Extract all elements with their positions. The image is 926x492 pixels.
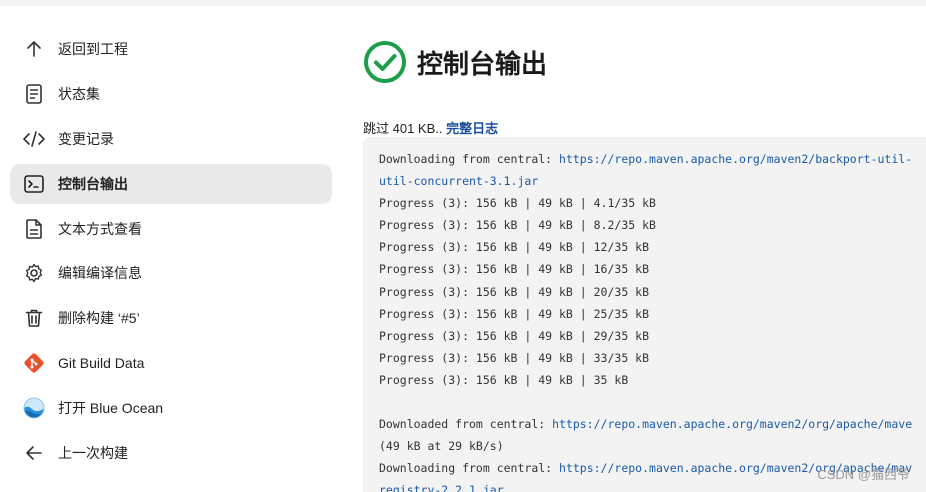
console-link[interactable]: registry-2.2.1.jar [379, 483, 504, 492]
skip-notice: 跳过 401 KB.. 完整日志 [363, 118, 498, 137]
console-line: Downloading from central: https://repo.m… [379, 148, 926, 170]
sidebar-item-delete-build[interactable]: 删除构建 ‘#5’ [10, 298, 332, 338]
console-line: Progress (3): 156 kB | 49 kB | 33/35 kB [379, 347, 926, 369]
console-line-text: Downloading from central: [379, 461, 560, 476]
top-bar [0, 0, 926, 6]
console-line: Progress (3): 156 kB | 49 kB | 8.2/35 kB [379, 214, 926, 236]
sidebar-item-status[interactable]: 状态集 [10, 74, 332, 114]
console-line-text: Progress (3): 156 kB | 49 kB | 12/35 kB [379, 240, 650, 255]
console-line: Progress (3): 156 kB | 49 kB | 35 kB [379, 369, 926, 391]
success-check-icon [363, 40, 407, 84]
sidebar-item-label: 上一次构建 [58, 445, 128, 462]
sidebar-item-label: 返回到工程 [58, 41, 128, 57]
sidebar-item-git-build-data[interactable]: Git Build Data [10, 343, 332, 383]
console-line: util-concurrent-3.1.jar [379, 170, 926, 192]
console-line-text: Progress (3): 156 kB | 49 kB | 20/35 kB [379, 284, 650, 299]
sidebar-item-plain-text[interactable]: 文本方式查看 [10, 209, 332, 249]
console-line-text: Progress (3): 156 kB | 49 kB | 16/35 kB [379, 262, 650, 277]
sidebar-item-open-blue-ocean[interactable]: 打开 Blue Ocean [10, 388, 332, 428]
console-line-text: Downloaded from central: [379, 417, 553, 432]
page-header: 控制台输出 [363, 40, 547, 84]
sidebar-item-back-to-project[interactable]: 返回到工程 [10, 29, 332, 69]
code-icon [23, 128, 45, 150]
terminal-icon [23, 173, 45, 195]
console-line: Progress (3): 156 kB | 49 kB | 20/35 kB [379, 281, 926, 303]
sidebar: 返回到工程 状态集 变更记录 控制台输出 文本方式查看 编辑编译信息 删除构建 … [10, 29, 332, 478]
sidebar-item-label: 状态集 [58, 85, 100, 102]
console-line-text: Progress (3): 156 kB | 49 kB | 25/35 kB [379, 306, 650, 321]
sidebar-item-label: 编辑编译信息 [58, 265, 142, 282]
sidebar-item-previous-build[interactable]: 上一次构建 [10, 433, 332, 473]
sidebar-item-label: 控制台输出 [58, 175, 128, 192]
watermark: CSDN @猫西爷 [817, 467, 910, 482]
console-line-text: Progress (3): 156 kB | 49 kB | 8.2/35 kB [379, 218, 656, 233]
file-text-icon [23, 218, 45, 240]
console-line: (49 kB at 29 kB/s) [379, 435, 926, 457]
page-title: 控制台输出 [417, 48, 548, 79]
console-line: Downloaded from central: https://repo.ma… [379, 413, 926, 435]
git-icon [23, 352, 45, 374]
sidebar-item-console-output[interactable]: 控制台输出 [10, 163, 332, 204]
console-link[interactable]: https://repo.maven.apache.org/maven2/bac… [559, 152, 912, 166]
console-line: Progress (3): 156 kB | 49 kB | 16/35 kB [379, 258, 926, 280]
skip-text: 跳过 401 KB.. [363, 121, 447, 136]
sidebar-item-edit-build-info[interactable]: 编辑编译信息 [10, 253, 332, 293]
document-icon [23, 83, 45, 105]
console-line-text: Progress (3): 156 kB | 49 kB | 29/35 kB [379, 328, 650, 343]
console-line-text: (49 kB at 29 kB/s) [379, 439, 504, 454]
console-line: Progress (3): 156 kB | 49 kB | 29/35 kB [379, 325, 926, 347]
sidebar-item-label: 删除构建 ‘#5’ [58, 310, 140, 327]
sidebar-item-changes[interactable]: 变更记录 [10, 119, 332, 159]
arrow-up-icon [23, 38, 45, 60]
console-link[interactable]: util-concurrent-3.1.jar [379, 174, 538, 188]
console-line-text: Progress (3): 156 kB | 49 kB | 35 kB [379, 372, 629, 387]
console-line: Progress (3): 156 kB | 49 kB | 12/35 kB [379, 236, 926, 258]
console-line: Progress (3): 156 kB | 49 kB | 25/35 kB [379, 303, 926, 325]
full-log-link[interactable]: 完整日志 [446, 121, 498, 136]
console-line-text: Downloading from central: [379, 152, 560, 166]
sidebar-item-label: 文本方式查看 [58, 220, 142, 237]
arrow-left-icon [23, 442, 45, 464]
sidebar-item-label: 打开 Blue Ocean [58, 400, 164, 417]
sidebar-item-label: 变更记录 [58, 130, 114, 147]
console-link[interactable]: https://repo.maven.apache.org/maven2/org… [552, 417, 912, 431]
gear-icon [23, 262, 45, 284]
blue-ocean-icon [23, 397, 45, 419]
console-output[interactable]: Downloading from central: https://repo.m… [363, 137, 926, 492]
trash-icon [23, 307, 45, 329]
console-line: Progress (3): 156 kB | 49 kB | 4.1/35 kB [379, 192, 926, 214]
console-line-text: Progress (3): 156 kB | 49 kB | 4.1/35 kB [379, 196, 656, 211]
sidebar-item-label: Git Build Data [58, 355, 145, 372]
console-line-text: Progress (3): 156 kB | 49 kB | 33/35 kB [379, 350, 650, 365]
